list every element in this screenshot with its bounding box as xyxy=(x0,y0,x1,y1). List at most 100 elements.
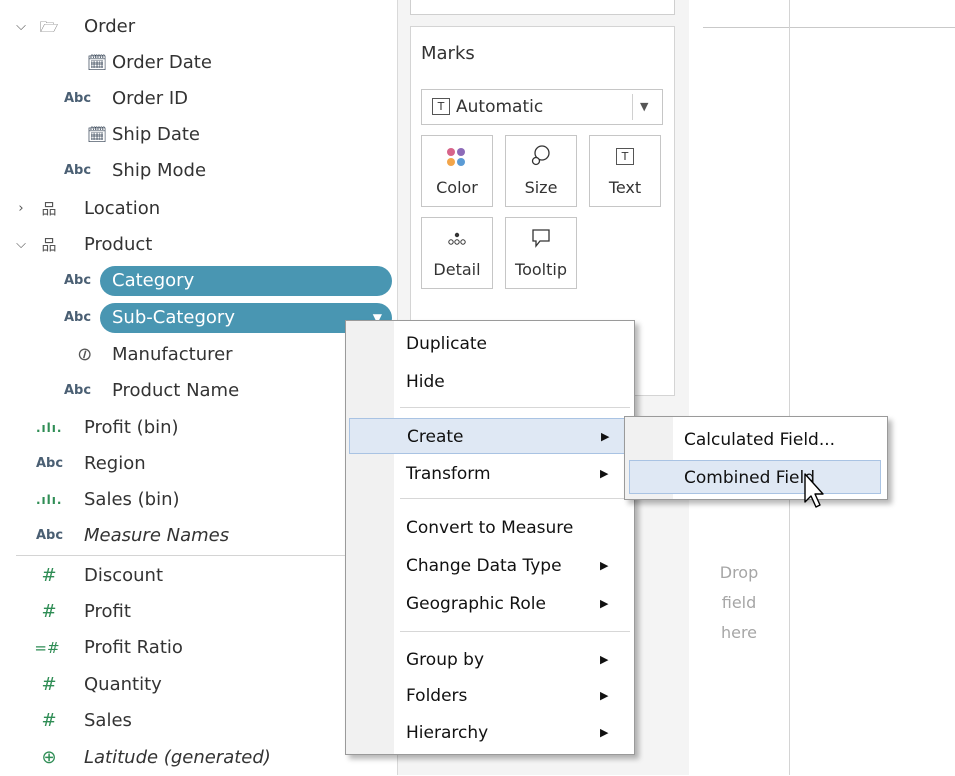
hierarchy-icon: 品 xyxy=(41,200,57,218)
field-manufacturer[interactable]: ⊘ Manufacturer xyxy=(0,337,397,373)
view-canvas[interactable]: Drop field here xyxy=(689,0,955,775)
menu-item-convert-to-measure[interactable]: Convert to Measure xyxy=(346,510,634,546)
folder-label: Product xyxy=(84,234,153,255)
abc-icon: Abc xyxy=(64,163,92,178)
menu-item-geographic-role[interactable]: Geographic Role ▶ xyxy=(346,586,634,622)
abc-icon: Abc xyxy=(64,383,92,398)
chevron-right-icon[interactable]: › xyxy=(14,191,28,227)
hash-icon: # xyxy=(41,710,57,731)
menu-item-hierarchy[interactable]: Hierarchy ▶ xyxy=(346,715,634,751)
field-profit-bin[interactable]: .ılı. Profit (bin) xyxy=(0,410,397,446)
submenu-arrow-icon: ▶ xyxy=(600,726,609,739)
field-label: Profit xyxy=(84,601,131,622)
menu-item-transform[interactable]: Transform ▶ xyxy=(346,456,634,492)
field-label: Region xyxy=(84,453,146,474)
field-label: Profit (bin) xyxy=(84,417,179,438)
field-label: Ship Mode xyxy=(112,160,207,181)
field-profit-ratio[interactable]: =# Profit Ratio xyxy=(0,630,397,666)
menu-item-label: Duplicate xyxy=(406,334,487,354)
field-discount[interactable]: # Discount xyxy=(0,558,397,594)
mark-type-value: Automatic xyxy=(456,97,544,117)
field-label: Manufacturer xyxy=(112,344,233,365)
menu-item-folders[interactable]: Folders ▶ xyxy=(346,678,634,714)
field-measure-names[interactable]: Abc Measure Names xyxy=(0,518,397,554)
field-category-selected[interactable]: Abc Category xyxy=(0,263,397,299)
hash-icon: # xyxy=(41,601,57,622)
hash-icon: # xyxy=(41,565,57,586)
field-label: Category xyxy=(112,270,195,291)
menu-item-change-data-type[interactable]: Change Data Type ▶ xyxy=(346,548,634,584)
field-label: Product Name xyxy=(112,380,240,401)
field-product-name[interactable]: Abc Product Name xyxy=(0,373,397,409)
drop-field-hint[interactable]: Drop field here xyxy=(689,558,789,648)
canvas-divider xyxy=(789,0,790,775)
submenu-arrow-icon: ▶ xyxy=(600,467,609,480)
field-profit[interactable]: # Profit xyxy=(0,594,397,630)
mouse-pointer-icon xyxy=(804,473,824,508)
submenu-arrow-icon: ▶ xyxy=(600,689,609,702)
detail-icon xyxy=(422,226,492,250)
field-sales-bin[interactable]: .ılı. Sales (bin) xyxy=(0,482,397,518)
field-order-date[interactable]: 🗓 Order Date xyxy=(0,45,397,81)
menu-item-calculated-field[interactable]: Calculated Field... xyxy=(629,423,881,457)
menu-item-hide[interactable]: Hide xyxy=(346,364,634,400)
hierarchy-icon: 品 xyxy=(41,236,57,254)
field-order-id[interactable]: Abc Order ID xyxy=(0,81,397,117)
field-quantity[interactable]: # Quantity xyxy=(0,667,397,703)
field-label: Profit Ratio xyxy=(84,637,183,658)
globe-icon: ⊕ xyxy=(41,747,57,768)
marks-size-button[interactable]: Size xyxy=(505,135,577,207)
menu-item-combined-field[interactable]: Combined Field xyxy=(629,460,881,494)
submenu-arrow-icon: ▶ xyxy=(601,430,610,443)
field-ship-date[interactable]: 🗓 Ship Date xyxy=(0,117,397,153)
abc-icon: Abc xyxy=(36,456,64,471)
folder-product[interactable]: ⌵ 品 Product xyxy=(0,227,397,263)
abc-icon: Abc xyxy=(36,528,64,543)
folder-location[interactable]: › 品 Location xyxy=(0,191,397,227)
folder-open-icon: 🗁 xyxy=(39,18,59,36)
field-label: Order ID xyxy=(112,88,189,109)
hash-icon: # xyxy=(41,674,57,695)
paperclip-icon: ⊘ xyxy=(72,341,97,368)
field-region[interactable]: Abc Region xyxy=(0,446,397,482)
folder-order[interactable]: ⌵ 🗁 Order xyxy=(0,9,397,45)
folder-label: Order xyxy=(84,16,136,37)
submenu-arrow-icon: ▶ xyxy=(600,653,609,666)
chevron-down-icon[interactable]: ▼ xyxy=(640,90,648,124)
field-sales[interactable]: # Sales xyxy=(0,703,397,739)
marks-button-label: Detail xyxy=(433,260,481,279)
speech-bubble-icon xyxy=(506,226,576,250)
marks-color-button[interactable]: Color xyxy=(421,135,493,207)
field-latitude[interactable]: ⊕ Latitude (generated) xyxy=(0,740,397,776)
menu-item-create[interactable]: Create ▶ xyxy=(349,418,631,454)
menu-separator xyxy=(400,631,630,632)
bin-icon: .ılı. xyxy=(36,421,63,435)
field-sub-category-selected[interactable]: Abc Sub-Category ▼ xyxy=(0,300,397,336)
menu-item-group-by[interactable]: Group by ▶ xyxy=(346,642,634,678)
dropdown-separator xyxy=(632,94,633,120)
folder-label: Location xyxy=(84,198,161,219)
menu-item-duplicate[interactable]: Duplicate xyxy=(346,326,634,362)
mark-type-dropdown[interactable]: T Automatic ▼ xyxy=(421,89,663,125)
filters-card xyxy=(410,0,675,15)
field-ship-mode[interactable]: Abc Ship Mode xyxy=(0,153,397,189)
menu-item-label: Convert to Measure xyxy=(406,518,574,538)
drop-hint-line: Drop xyxy=(719,563,759,582)
field-label: Order Date xyxy=(112,52,212,73)
menu-item-label: Folders xyxy=(406,686,468,706)
chevron-down-icon[interactable]: ⌵ xyxy=(14,227,28,263)
marks-detail-button[interactable]: Detail xyxy=(421,217,493,289)
selection-pill[interactable]: Category xyxy=(100,266,392,296)
menu-item-label: Calculated Field... xyxy=(684,430,836,450)
field-label: Quantity xyxy=(84,674,162,695)
marks-text-button[interactable]: T Text xyxy=(589,135,661,207)
drop-hint-line: here xyxy=(720,623,758,642)
size-icon xyxy=(506,144,576,168)
calendar-icon: 🗓 xyxy=(86,125,108,144)
chevron-down-icon[interactable]: ⌵ xyxy=(14,9,28,45)
marks-tooltip-button[interactable]: Tooltip xyxy=(505,217,577,289)
field-label: Sub-Category xyxy=(112,307,235,328)
data-pane: ⌵ 🗁 Order 🗓 Order Date Abc Order ID 🗓 Sh… xyxy=(0,0,397,775)
abc-icon: Abc xyxy=(64,91,92,106)
bin-icon: .ılı. xyxy=(36,493,63,507)
